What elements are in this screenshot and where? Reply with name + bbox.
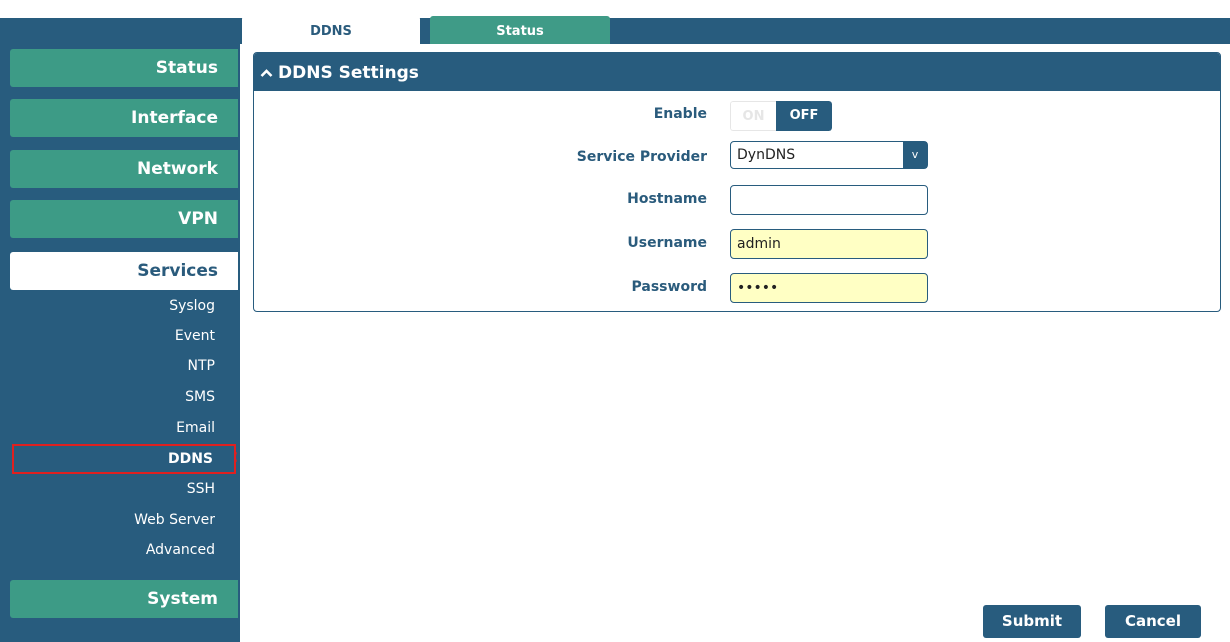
username-input[interactable]: [730, 229, 928, 259]
cancel-button[interactable]: Cancel: [1105, 605, 1201, 638]
tab-ddns[interactable]: DDNS: [242, 16, 420, 44]
sidebar-item-vpn[interactable]: VPN: [10, 200, 238, 238]
username-label: Username: [627, 235, 707, 251]
enable-row: Enable ON OFF: [254, 98, 1220, 131]
password-label: Password: [631, 279, 707, 295]
sidebar-subitem-email[interactable]: Email: [10, 413, 238, 443]
sidebar-subitem-advanced[interactable]: Advanced: [10, 535, 238, 565]
enable-label: Enable: [653, 106, 707, 122]
sidebar-subitem-event[interactable]: Event: [10, 321, 238, 351]
panel-header[interactable]: DDNS Settings: [254, 53, 1220, 91]
sidebar-subitem-sms[interactable]: SMS: [10, 382, 238, 412]
service-provider-row: Service Provider DynDNS v: [254, 141, 1220, 173]
sidebar-item-status[interactable]: Status: [10, 49, 238, 87]
toggle-on-label[interactable]: ON: [730, 101, 776, 131]
sidebar-item-system[interactable]: System: [10, 580, 238, 618]
hostname-input[interactable]: [730, 185, 928, 215]
top-bar: DDNS Status: [0, 0, 1230, 44]
dropdown-arrow-icon[interactable]: v: [903, 142, 927, 168]
sidebar: Status Interface Network VPN Services Sy…: [0, 44, 240, 642]
selection-marker: [234, 450, 242, 464]
service-provider-value: DynDNS: [737, 147, 796, 163]
hostname-row: Hostname: [254, 183, 1220, 215]
password-input[interactable]: [730, 273, 928, 303]
password-row: Password: [254, 271, 1220, 303]
top-bar-background: [0, 18, 1230, 44]
sidebar-subitem-web-server[interactable]: Web Server: [10, 505, 238, 535]
panel-title: DDNS Settings: [278, 63, 419, 83]
service-provider-label: Service Provider: [576, 149, 707, 165]
enable-toggle[interactable]: ON OFF: [730, 101, 832, 131]
sidebar-item-interface[interactable]: Interface: [10, 99, 238, 137]
sidebar-subitem-ssh[interactable]: SSH: [10, 474, 238, 504]
sidebar-subitem-ddns[interactable]: DDNS: [12, 444, 236, 474]
tab-status[interactable]: Status: [430, 16, 610, 44]
service-provider-select[interactable]: DynDNS v: [730, 141, 928, 169]
sidebar-item-services[interactable]: Services: [10, 252, 238, 290]
chevron-up-icon[interactable]: [260, 53, 278, 93]
submit-button[interactable]: Submit: [983, 605, 1081, 638]
sidebar-item-network[interactable]: Network: [10, 150, 238, 188]
ddns-settings-panel: DDNS Settings Enable ON OFF Service Prov…: [253, 52, 1221, 312]
toggle-off-label[interactable]: OFF: [776, 101, 832, 131]
sidebar-subitem-ntp[interactable]: NTP: [10, 351, 238, 381]
username-row: Username: [254, 227, 1220, 259]
hostname-label: Hostname: [627, 191, 707, 207]
sidebar-subitem-syslog[interactable]: Syslog: [10, 291, 238, 321]
